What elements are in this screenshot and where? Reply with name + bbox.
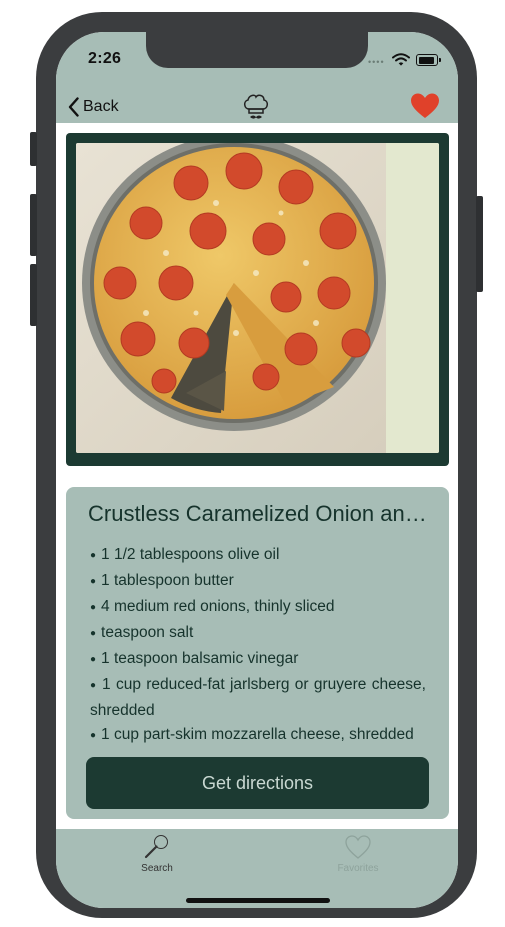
signal-dots-icon: •••• xyxy=(368,57,385,67)
chevron-left-icon xyxy=(68,96,79,117)
ingredient-list[interactable]: 1 1/2 tablespoons olive oil 1 tablespoon… xyxy=(90,543,426,746)
ingredient-item: 1 cup part-skim mozzarella cheese, shred… xyxy=(90,723,426,746)
heart-icon[interactable] xyxy=(410,92,440,120)
mute-switch xyxy=(30,132,37,166)
nav-bar: Back xyxy=(56,90,458,123)
search-icon xyxy=(144,835,168,859)
ingredient-item: 1 cup reduced-fat jarlsberg or gruyere c… xyxy=(90,673,426,723)
home-indicator[interactable] xyxy=(186,898,330,903)
ingredient-item: 4 medium red onions, thinly sliced xyxy=(90,595,426,621)
tab-search[interactable]: Search xyxy=(102,833,212,893)
frittata-photo xyxy=(76,143,439,453)
tab-search-label: Search xyxy=(141,863,173,874)
status-time: 2:26 xyxy=(88,50,122,67)
ingredient-item: 1 tablespoon butter xyxy=(90,569,426,595)
get-directions-button[interactable]: Get directions xyxy=(86,757,429,809)
ingredient-item: 1 teaspoon balsamic vinegar xyxy=(90,647,426,673)
notch xyxy=(146,32,368,68)
screen: 2:26 •••• Back Crustless Caramelized Oni… xyxy=(56,32,458,908)
ingredient-item: 1 1/2 tablespoons olive oil xyxy=(90,543,426,569)
volume-up-button xyxy=(30,194,37,256)
chef-hat-icon xyxy=(244,94,268,119)
back-label: Back xyxy=(83,97,119,115)
back-button[interactable]: Back xyxy=(68,90,119,123)
photo-frame xyxy=(66,133,449,466)
power-button xyxy=(476,196,483,292)
tab-favorites[interactable]: Favorites xyxy=(303,833,413,893)
recipe-title: Crustless Caramelized Onion and Tomato F… xyxy=(88,501,433,526)
volume-down-button xyxy=(30,264,37,326)
battery-icon xyxy=(416,54,441,66)
tab-bar: Search Favorites xyxy=(56,829,458,908)
content: Crustless Caramelized Onion and Tomato F… xyxy=(56,123,458,829)
wifi-icon xyxy=(392,53,410,66)
tab-favorites-label: Favorites xyxy=(337,863,379,874)
heart-outline-icon xyxy=(345,835,371,859)
ingredient-item: teaspoon salt xyxy=(90,621,426,647)
recipe-card: Crustless Caramelized Onion and Tomato F… xyxy=(66,487,449,819)
